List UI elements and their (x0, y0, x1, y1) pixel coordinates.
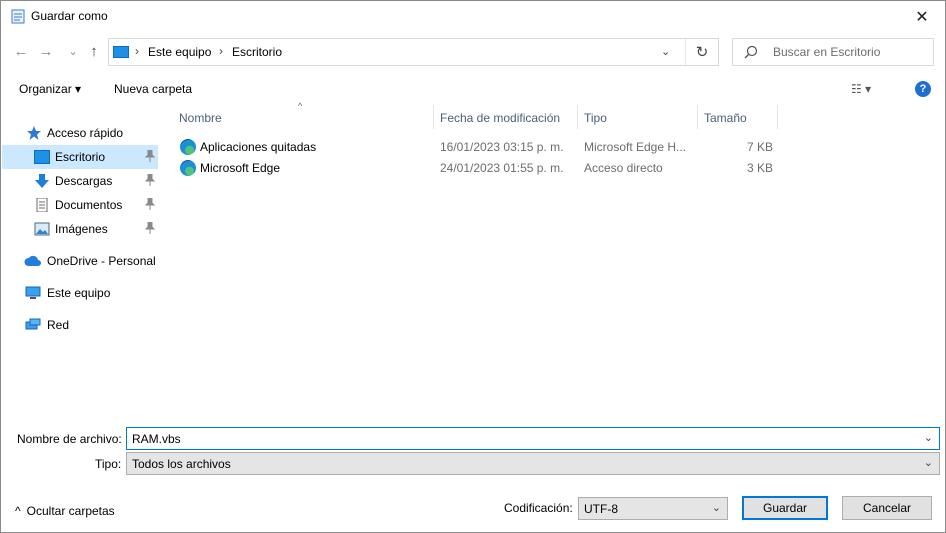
file-date: 24/01/2023 01:55 p. m. (440, 161, 564, 175)
column-header-type[interactable]: Tipo (578, 105, 698, 129)
address-bar[interactable]: › Este equipo › Escritorio ⌄ (108, 38, 719, 66)
computer-icon (25, 286, 41, 299)
filename-value: RAM.vbs (132, 432, 181, 446)
chevron-down-icon: ⌄ (923, 457, 933, 469)
breadcrumb-separator: › (219, 44, 223, 58)
column-header-name[interactable]: Nombre (173, 105, 434, 129)
close-button[interactable]: ✕ (899, 1, 945, 32)
sidebar-item-escritorio[interactable]: Escritorio (2, 145, 158, 169)
encoding-value: UTF-8 (584, 502, 618, 516)
sidebar-item-este-equipo[interactable]: Este equipo (2, 281, 158, 305)
chevron-down-icon: ⌄ (711, 502, 721, 514)
file-type-value: Todos los archivos (132, 457, 231, 471)
file-type: Acceso directo (584, 161, 663, 175)
download-icon (35, 174, 49, 188)
forward-button[interactable]: → (37, 42, 55, 60)
window-title: Guardar como (31, 9, 108, 23)
sidebar-item-red[interactable]: Red (2, 313, 158, 337)
star-icon (27, 126, 41, 140)
sidebar-item-label: Imágenes (55, 222, 108, 236)
organize-menu[interactable]: Organizar ▾ (19, 82, 81, 96)
filename-label: Nombre de archivo: (17, 432, 122, 446)
file-row[interactable]: Aplicaciones quitadas 16/01/2023 03:15 p… (175, 136, 775, 157)
pictures-icon (34, 222, 50, 236)
sidebar-item-label: Documentos (55, 198, 123, 212)
file-date: 16/01/2023 03:15 p. m. (440, 140, 564, 154)
navigation-pane: Acceso rápido Escritorio Descargas Docum… (2, 104, 160, 416)
notepad-icon (11, 9, 25, 24)
refresh-button[interactable]: ↻ (685, 39, 718, 65)
file-type: Microsoft Edge H... (584, 140, 687, 154)
file-name: Aplicaciones quitadas (200, 140, 317, 154)
breadcrumb-separator: › (135, 44, 139, 58)
edge-html-icon (180, 139, 196, 155)
sidebar-item-documentos[interactable]: Documentos (2, 193, 158, 217)
sidebar-item-label: Descargas (55, 174, 113, 188)
pin-icon (144, 197, 156, 210)
desktop-icon (34, 150, 50, 164)
encoding-label: Codificación: (504, 501, 573, 515)
help-button[interactable]: ? (915, 81, 931, 97)
view-options-button[interactable]: ☷ ▾ (851, 82, 871, 96)
column-header-size[interactable]: Tamaño (698, 105, 778, 129)
back-button[interactable]: ← (12, 42, 30, 60)
pin-icon (144, 149, 156, 162)
save-as-dialog: Guardar como ✕ ← → ⌄ ↑ › Este equipo › E… (0, 0, 946, 533)
pin-icon (144, 173, 156, 186)
file-size: 3 KB (747, 161, 774, 175)
address-dropdown-icon[interactable]: ⌄ (661, 45, 670, 58)
computer-icon (113, 46, 129, 58)
save-button[interactable]: Guardar (742, 496, 828, 520)
type-label: Tipo: (95, 457, 122, 471)
search-icon (744, 45, 758, 59)
new-folder-button[interactable]: Nueva carpeta (114, 82, 192, 96)
sidebar-item-imagenes[interactable]: Imágenes (2, 217, 158, 241)
sidebar-item-label: Este equipo (47, 286, 111, 300)
hide-folders-label: Ocultar carpetas (26, 504, 115, 518)
sidebar-item-onedrive[interactable]: OneDrive - Personal (2, 249, 158, 273)
filename-input[interactable]: RAM.vbs ⌄ (126, 427, 940, 450)
sidebar-item-label: Red (47, 318, 70, 332)
sidebar-item-label: Escritorio (55, 150, 106, 164)
network-icon (25, 318, 41, 330)
file-size: 7 KB (747, 140, 774, 154)
cloud-icon (24, 255, 41, 266)
sidebar-item-acceso-rapido[interactable]: Acceso rápido (2, 121, 158, 145)
hide-folders-toggle[interactable]: ^ Ocultar carpetas (15, 504, 115, 518)
sidebar-item-label: OneDrive - Personal (47, 254, 156, 268)
recent-locations-dropdown[interactable]: ⌄ (64, 42, 82, 60)
cancel-button[interactable]: Cancelar (842, 496, 932, 520)
search-placeholder: Buscar en Escritorio (773, 45, 881, 59)
file-name: Microsoft Edge (200, 161, 281, 175)
breadcrumb-escritorio[interactable]: Escritorio (232, 45, 282, 59)
breadcrumb-este-equipo[interactable]: Este equipo (148, 45, 211, 59)
pin-icon (144, 221, 156, 234)
encoding-select[interactable]: UTF-8 ⌄ (578, 497, 728, 520)
column-header-date[interactable]: Fecha de modificación (434, 105, 578, 129)
search-box[interactable]: Buscar en Escritorio (732, 38, 934, 66)
file-type-select[interactable]: Todos los archivos ⌄ (126, 452, 940, 475)
edge-shortcut-icon (180, 160, 196, 176)
file-row[interactable]: Microsoft Edge 24/01/2023 01:55 p. m. Ac… (175, 157, 775, 178)
chevron-down-icon[interactable]: ⌄ (924, 431, 933, 444)
up-button[interactable]: ↑ (85, 42, 103, 60)
title-bar: Guardar como ✕ (1, 1, 945, 32)
sidebar-item-descargas[interactable]: Descargas (2, 169, 158, 193)
sidebar-item-label: Acceso rápido (47, 126, 124, 140)
chevron-up-icon: ^ (15, 504, 21, 518)
documents-icon (36, 198, 48, 212)
